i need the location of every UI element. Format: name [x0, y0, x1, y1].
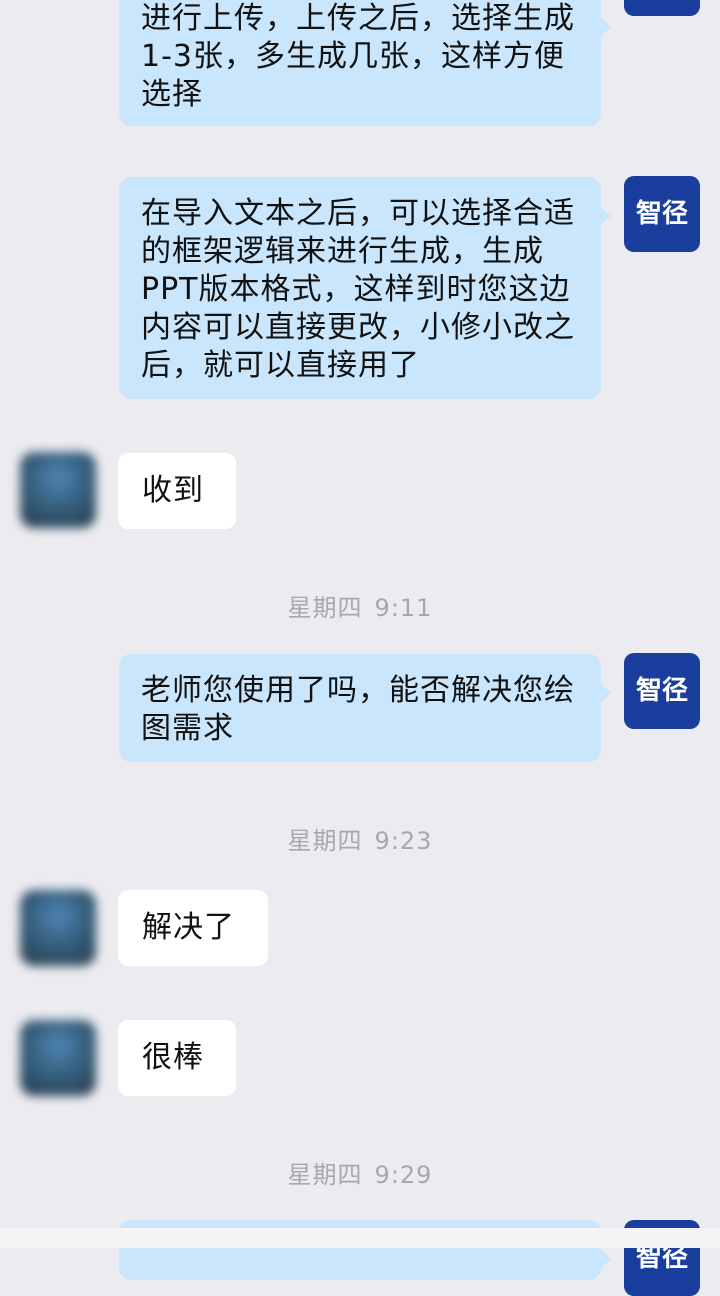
agent-avatar[interactable]: 智径 [624, 653, 700, 729]
timestamp-day: 星期四 [287, 827, 363, 855]
message-text: 在导入文本之后，可以选择合适的框架逻辑来进行生成，生成PPT版本格式，这样到时您… [141, 196, 575, 383]
avatar-label: 智径 [635, 199, 688, 229]
timestamp-time: 9:29 [374, 1161, 433, 1189]
incoming-message[interactable]: 收到 [118, 453, 236, 529]
message-text: 解决了 [142, 910, 235, 945]
user-avatar[interactable] [20, 1020, 96, 1096]
timestamp-day: 星期四 [287, 1161, 363, 1189]
bottom-bar [0, 1228, 720, 1248]
agent-avatar[interactable]: 智径 [624, 0, 700, 16]
outgoing-message[interactable]: 老师您使用了吗，能否解决您绘图需求 [119, 654, 611, 762]
outgoing-message[interactable]: 进行上传，上传之后，选择生成1-3张，多生成几张，这样方便选择 [119, 0, 611, 126]
message-text: 进行上传，上传之后，选择生成1-3张，多生成几张，这样方便选择 [141, 1, 575, 112]
timestamp-time: 9:11 [374, 594, 433, 622]
timestamp-day: 星期四 [287, 594, 363, 622]
timestamp: 星期四 9:11 [0, 588, 720, 623]
user-avatar[interactable] [20, 890, 96, 966]
chat-area: 进行上传，上传之后，选择生成1-3张，多生成几张，这样方便选择 智径 在导入文本… [0, 0, 720, 1296]
incoming-message[interactable]: 解决了 [118, 890, 268, 966]
message-text: 收到 [142, 473, 204, 508]
agent-avatar[interactable]: 智径 [624, 176, 700, 252]
user-avatar[interactable] [20, 452, 96, 528]
timestamp-time: 9:23 [374, 827, 433, 855]
outgoing-message[interactable]: 在导入文本之后，可以选择合适的框架逻辑来进行生成，生成PPT版本格式，这样到时您… [119, 177, 611, 399]
message-text: 很棒 [142, 1040, 204, 1075]
avatar-label: 智径 [635, 676, 688, 706]
timestamp: 星期四 9:29 [0, 1155, 720, 1190]
incoming-message[interactable]: 很棒 [118, 1020, 236, 1096]
message-text: 老师您使用了吗，能否解决您绘图需求 [141, 673, 575, 746]
timestamp: 星期四 9:23 [0, 821, 720, 856]
